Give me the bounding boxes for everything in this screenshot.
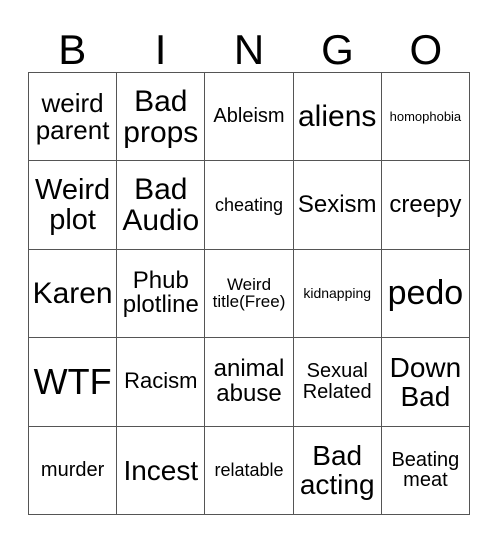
bingo-cell-label: creepy bbox=[389, 190, 462, 218]
bingo-cell-label: Bad Audio bbox=[122, 172, 200, 238]
bingo-header-letter-n: N bbox=[233, 26, 265, 73]
bingo-cell-label: Bad props bbox=[123, 84, 199, 149]
bingo-cell-i2[interactable]: Bad Audio bbox=[117, 161, 206, 250]
bingo-cell-free-space[interactable]: Weird title(Free) bbox=[205, 249, 294, 339]
bingo-cell-label: Phub plotline bbox=[122, 266, 199, 319]
bingo-header-letter-i: I bbox=[154, 26, 167, 73]
bingo-card: B I N G O weird parent Bad props Ableism… bbox=[0, 0, 500, 544]
bingo-cell-b1[interactable]: weird parent bbox=[29, 73, 118, 162]
bingo-cell-o1[interactable]: homophobia bbox=[381, 73, 470, 162]
bingo-cell-label: aliens bbox=[298, 100, 377, 134]
bingo-cell-b4[interactable]: WTF bbox=[29, 338, 118, 427]
bingo-cell-label: cheating bbox=[214, 194, 284, 215]
bingo-cell-label: animal abuse bbox=[213, 354, 285, 407]
bingo-cell-label: Sexism bbox=[297, 190, 377, 218]
bingo-cell-i1[interactable]: Bad props bbox=[117, 73, 206, 162]
bingo-header-letter-o: O bbox=[409, 26, 443, 73]
bingo-cell-i5[interactable]: Incest bbox=[117, 426, 206, 515]
bingo-cell-g2[interactable]: Sexism bbox=[293, 161, 382, 250]
bingo-cell-o4[interactable]: Down Bad bbox=[381, 338, 470, 427]
bingo-cell-label: murder bbox=[40, 458, 105, 481]
bingo-cell-label: Weird plot bbox=[34, 173, 111, 237]
bingo-cell-n4[interactable]: animal abuse bbox=[205, 338, 294, 427]
bingo-cell-label: Racism bbox=[124, 368, 198, 394]
bingo-cell-i3[interactable]: Phub plotline bbox=[117, 249, 206, 339]
bingo-header-letter-b: B bbox=[58, 26, 87, 73]
bingo-cell-label: weird parent bbox=[35, 87, 110, 145]
bingo-cell-label: Incest bbox=[123, 454, 199, 486]
bingo-cell-n1[interactable]: Ableism bbox=[205, 73, 294, 162]
bingo-cell-label: relatable bbox=[214, 459, 284, 480]
bingo-cell-o5[interactable]: Beating meat bbox=[381, 426, 470, 515]
bingo-cell-g3[interactable]: kidnapping bbox=[293, 249, 382, 339]
bingo-cell-label: Bad acting bbox=[299, 440, 375, 501]
bingo-cell-label: Ableism bbox=[213, 105, 285, 128]
bingo-cell-b5[interactable]: murder bbox=[29, 426, 118, 515]
bingo-cell-b3[interactable]: Karen bbox=[29, 249, 118, 339]
bingo-cell-g5[interactable]: Bad acting bbox=[293, 426, 382, 515]
bingo-cell-label: WTF bbox=[33, 361, 112, 403]
bingo-cell-label: Down Bad bbox=[389, 351, 462, 412]
bingo-cell-b2[interactable]: Weird plot bbox=[29, 161, 118, 250]
bingo-cell-label: Karen bbox=[32, 276, 113, 310]
bingo-cell-g1[interactable]: aliens bbox=[293, 73, 382, 162]
bingo-grid: weird parent Bad props Ableism aliens ho… bbox=[28, 72, 470, 515]
bingo-header-row: B I N G O bbox=[28, 18, 470, 72]
bingo-cell-label: pedo bbox=[387, 273, 464, 312]
bingo-cell-label: Beating meat bbox=[391, 448, 460, 492]
bingo-cell-i4[interactable]: Racism bbox=[117, 338, 206, 427]
bingo-free-space-label: Weird title(Free) bbox=[212, 274, 286, 312]
bingo-cell-o3[interactable]: pedo bbox=[381, 249, 470, 339]
bingo-cell-label: Sexual Related bbox=[302, 360, 372, 403]
bingo-cell-n5[interactable]: relatable bbox=[205, 426, 294, 515]
bingo-cell-label: kidnapping bbox=[303, 285, 372, 302]
bingo-cell-label: homophobia bbox=[389, 108, 462, 124]
bingo-cell-n2[interactable]: cheating bbox=[205, 161, 294, 250]
bingo-header-letter-g: G bbox=[321, 26, 354, 73]
bingo-cell-o2[interactable]: creepy bbox=[381, 161, 470, 250]
bingo-cell-g4[interactable]: Sexual Related bbox=[293, 338, 382, 427]
